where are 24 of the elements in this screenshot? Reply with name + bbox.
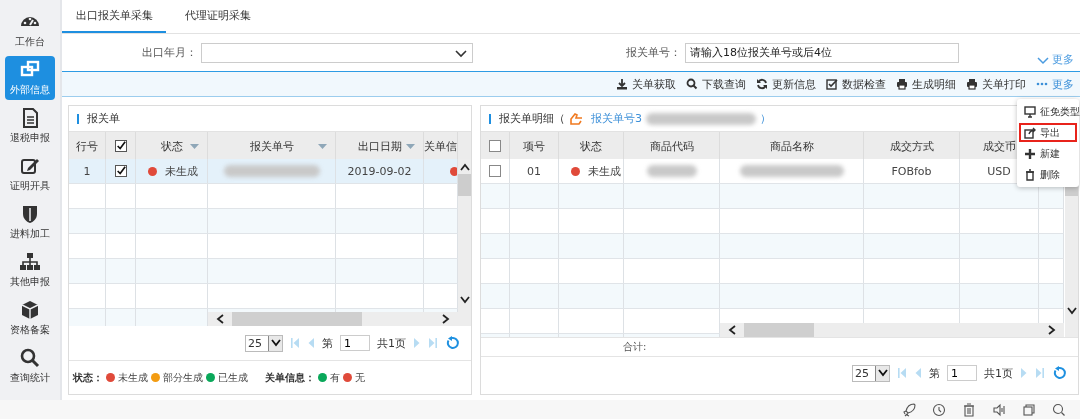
- legend-text: 部分生成: [163, 370, 203, 385]
- table-cell: 01: [527, 164, 541, 178]
- field-label: 报关单号：: [626, 45, 681, 60]
- table-cell: FOBfob: [891, 164, 932, 178]
- legend-text: 已生成: [218, 370, 248, 385]
- panel-title: 报关单: [87, 111, 120, 126]
- table-cell: 未生成: [588, 163, 621, 179]
- panel-title: ）: [760, 111, 771, 126]
- table-cell: 1: [83, 164, 91, 178]
- table-cell: USD: [987, 164, 1011, 178]
- total-label: 合计:: [623, 340, 647, 354]
- page-total: 共1页: [984, 365, 1013, 381]
- page-total: 共1页: [377, 335, 406, 351]
- table-cell: 2019-09-02: [347, 164, 412, 178]
- panel-title: 报关单明细（: [499, 111, 565, 126]
- legend-text: 有: [330, 370, 340, 385]
- legend-label: 状态：: [73, 370, 103, 385]
- legend-text: 无: [355, 370, 365, 385]
- page-label: 第: [322, 335, 333, 351]
- table-cell: 未生成: [165, 163, 198, 179]
- page-label: 第: [929, 365, 940, 381]
- legend-text: 未生成: [118, 370, 148, 385]
- legend-label: 关单信息：: [265, 370, 315, 385]
- field-label: 出口年月：: [142, 45, 197, 60]
